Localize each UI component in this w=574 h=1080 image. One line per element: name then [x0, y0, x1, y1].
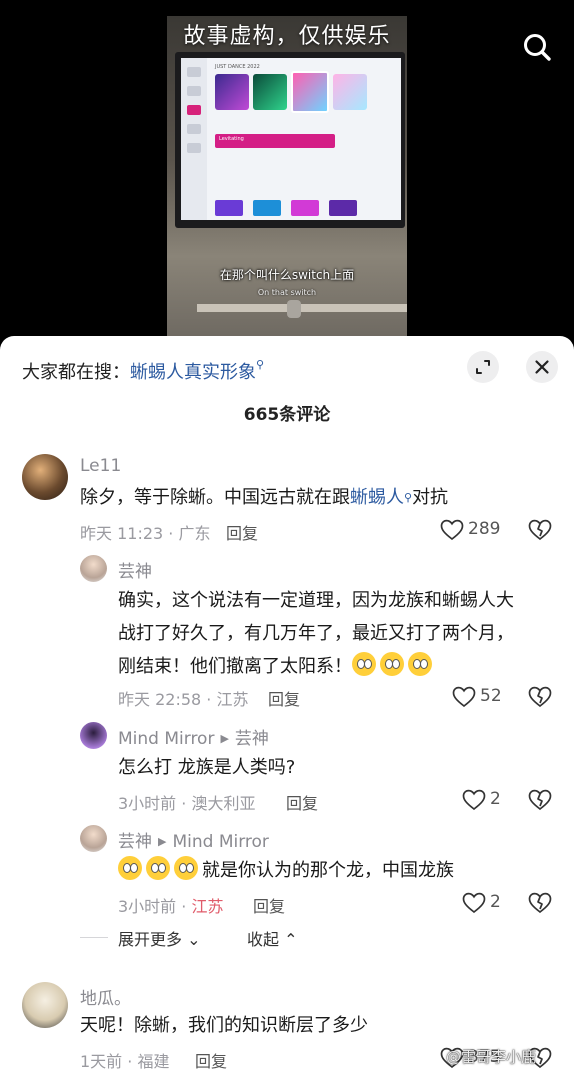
comment-text: 怎么打 龙族是人类吗? [118, 757, 296, 778]
comment-text-line: 确实，这个说法有一定道理，因为龙族和蜥蜴人大 [118, 590, 514, 611]
expand-icon [476, 360, 490, 374]
suggestion-prefix: 大家都在搜： [22, 362, 130, 383]
small-search-icon: ⚲ [404, 491, 413, 504]
comment-username: 芸神 ▶ Mind Mirror [118, 832, 269, 852]
video-disclaimer-title: 故事虚构，仅供娱乐 [183, 24, 391, 49]
avatar[interactable] [80, 555, 107, 582]
reply-button[interactable]: 回复 [226, 520, 258, 544]
emoji-icon [352, 652, 376, 676]
broken-heart-icon[interactable] [528, 891, 552, 915]
watermark-text: @雷哥李小鹿 [446, 1048, 537, 1066]
comment-username: Mind Mirror ▶ 芸神 [118, 729, 269, 749]
close-button[interactable] [526, 351, 558, 383]
broken-heart-icon[interactable] [528, 788, 552, 812]
comment-panel: 大家都在搜：蜥蜴人真实形象⚲ 665条评论 Le11 除夕，等于除蜥。中国远古就… [0, 336, 574, 1080]
like-count: 52 [480, 686, 502, 706]
comment-time-location: 3小时前 · 江苏 [118, 897, 224, 916]
reply-button[interactable]: 回复 [268, 686, 300, 710]
broken-heart-icon[interactable] [528, 518, 552, 542]
comment-keyword-link[interactable]: 蜥蜴人 [350, 487, 404, 508]
chevron-down-icon: ⌄ [187, 930, 201, 949]
avatar[interactable] [22, 454, 68, 500]
small-search-icon: ⚲ [256, 358, 265, 371]
like-count: 289 [468, 519, 501, 539]
emoji-icon [174, 856, 198, 880]
comment-text: 天呢！除蜥，我们的知识断层了多少 [80, 1015, 368, 1036]
comment-time-location: 1天前 · 福建 [80, 1052, 170, 1071]
comment-text-line: 刚结束！他们撤离了太阳系！ [118, 650, 436, 683]
reply-button[interactable]: 回复 [195, 1048, 227, 1072]
close-icon [535, 360, 549, 374]
comment-username[interactable]: Le11 [80, 456, 121, 476]
comment-username[interactable]: 芸神 [118, 557, 152, 582]
emoji-icon [408, 652, 432, 676]
reply-to-username[interactable]: Mind Mirror [172, 832, 268, 852]
reply-to-username[interactable]: 芸神 [235, 729, 269, 749]
comment-text: 就是你认为的那个龙，中国龙族 [118, 854, 454, 887]
comment-text-line: 战打了好久了，有几万年了，最近又打了两个月， [118, 623, 514, 644]
like-count: 2 [490, 789, 501, 809]
avatar[interactable] [22, 982, 68, 1028]
broken-heart-icon[interactable] [528, 685, 552, 709]
video-subtitle-cn: 在那个叫什么switch上面 [219, 268, 355, 282]
avatar[interactable] [80, 825, 107, 852]
suggestion-keyword[interactable]: 蜥蜴人真实形象 [130, 362, 256, 383]
video-frame: JUST DANCE 2022 Levitating 在那个叫什么switch上… [167, 16, 407, 336]
search-suggestion[interactable]: 大家都在搜：蜥蜴人真实形象⚲ [22, 358, 264, 384]
comment-time-location: 3小时前 · 澳大利亚 [118, 794, 256, 813]
comment-count-title: 665条评论 [243, 405, 331, 425]
heart-icon[interactable] [462, 789, 486, 811]
comment-time-location: 昨天 11:23 · 广东 [80, 524, 211, 543]
reply-button[interactable]: 回复 [253, 893, 285, 917]
video-subtitle-en: On that switch [257, 288, 317, 297]
avatar[interactable] [80, 722, 107, 749]
search-icon [524, 34, 551, 61]
expand-button[interactable] [467, 351, 499, 383]
emoji-icon [146, 856, 170, 880]
video-player[interactable]: JUST DANCE 2022 Levitating 在那个叫什么switch上… [0, 0, 574, 340]
search-button[interactable] [518, 28, 558, 68]
emoji-icon [118, 856, 142, 880]
expand-more-button[interactable]: 展开更多 ⌄ [118, 926, 201, 950]
like-count: 2 [490, 892, 501, 912]
comment-text: 除夕，等于除蜥。中国远古就在跟蜥蜴人⚲对抗 [80, 487, 449, 508]
tv-screen: JUST DANCE 2022 Levitating [175, 52, 405, 228]
username-link[interactable]: Mind Mirror [118, 729, 214, 749]
heart-icon[interactable] [440, 519, 464, 541]
username-link[interactable]: 芸神 [118, 832, 152, 852]
thread-divider [80, 937, 108, 938]
chevron-up-icon: ⌃ [284, 930, 298, 949]
tv-header-text: JUST DANCE 2022 [215, 64, 260, 70]
reply-button[interactable]: 回复 [286, 790, 318, 814]
collapse-button[interactable]: 收起 ⌃ [247, 926, 298, 950]
heart-icon[interactable] [462, 892, 486, 914]
tv-song-title: Levitating [219, 136, 244, 142]
comment-time-location: 昨天 22:58 · 江苏 [118, 690, 249, 709]
emoji-icon [380, 652, 404, 676]
comment-username[interactable]: 地瓜。 [80, 984, 131, 1009]
heart-icon[interactable] [452, 686, 476, 708]
